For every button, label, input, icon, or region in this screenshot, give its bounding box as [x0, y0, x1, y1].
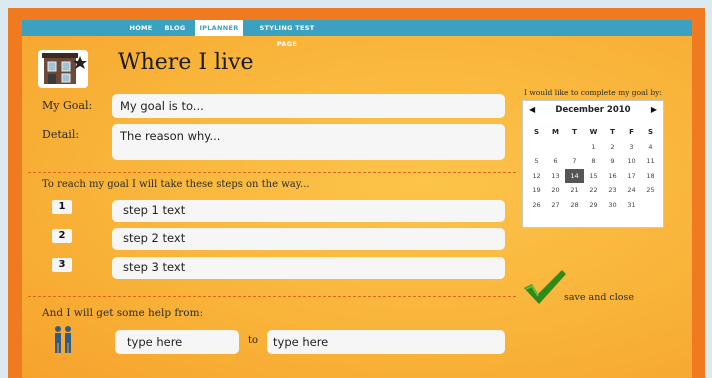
nav-blog[interactable]: BLOG — [162, 20, 188, 36]
calendar-day[interactable]: 6 — [546, 154, 565, 169]
help-to-label: to — [248, 335, 259, 346]
calendar-day[interactable]: 9 — [603, 154, 622, 169]
calendar-day[interactable]: 25 — [641, 183, 660, 198]
calendar-day[interactable]: 14 — [565, 168, 584, 183]
calendar-day[interactable]: 11 — [641, 154, 660, 169]
step-number: 2 — [52, 229, 72, 243]
calendar-day[interactable]: 5 — [527, 154, 546, 169]
calendar-day[interactable]: 15 — [584, 169, 603, 184]
house-icon — [38, 50, 88, 88]
step-number: 1 — [52, 200, 72, 214]
people-icon — [52, 325, 76, 359]
divider-bottom — [28, 296, 516, 297]
calendar-day[interactable]: 28 — [565, 198, 584, 213]
day-header: T — [610, 128, 615, 136]
page-title: Where I live — [118, 50, 254, 75]
calendar-day[interactable]: 29 — [584, 198, 603, 213]
day-header: T — [572, 128, 577, 136]
step-1-field[interactable]: step 1 text — [112, 200, 505, 222]
goal-field[interactable]: My goal is to... — [112, 94, 505, 118]
calendar-day[interactable]: 30 — [603, 198, 622, 213]
day-header: W — [589, 128, 598, 136]
calendar-week: 5 6 7 8 9 10 11 — [527, 154, 661, 169]
step-3-field[interactable]: step 3 text — [112, 257, 505, 279]
calendar-day[interactable]: 24 — [622, 183, 641, 198]
calendar-day[interactable]: 12 — [527, 169, 546, 184]
checkmark-icon[interactable] — [522, 268, 568, 310]
calendar-day[interactable]: 10 — [622, 154, 641, 169]
calendar-grid: S M T W T F S 1 2 3 4 5 6 7 8 9 10 11 12 13 14 15 16 17 18 19 20 21… — [527, 125, 661, 212]
calendar-day[interactable]: 27 — [546, 198, 565, 213]
day-header: F — [629, 128, 634, 136]
calendar-day[interactable]: 19 — [527, 183, 546, 198]
top-nav: HOME BLOG IPLANNER STYLING TEST PAGE — [22, 20, 692, 48]
step-2-field[interactable]: step 2 text — [112, 228, 505, 250]
calendar-day[interactable]: 7 — [565, 154, 584, 169]
calendar-day[interactable]: 31 — [622, 198, 641, 213]
calendar-month: December 2010 — [555, 105, 631, 115]
calendar-empty — [641, 198, 660, 213]
calendar-day[interactable]: 18 — [641, 169, 660, 184]
calendar-day-headers: SMTWTFS — [527, 125, 661, 140]
nav-styling-test-page[interactable]: STYLING TEST PAGE — [250, 20, 324, 48]
next-month-icon[interactable]: ▶ — [651, 105, 657, 114]
step-number: 3 — [52, 258, 72, 272]
help-heading: And I will get some help from: — [42, 307, 204, 319]
calendar-day[interactable]: 1 — [584, 140, 603, 155]
calendar-day[interactable]: 16 — [603, 169, 622, 184]
day-header: S — [647, 128, 654, 136]
day-header: S — [533, 128, 540, 136]
detail-field[interactable]: The reason why... — [112, 124, 505, 160]
help-to-field[interactable]: type here — [267, 330, 505, 354]
calendar-week: 19 20 21 22 23 24 25 — [527, 183, 661, 198]
save-and-close-label[interactable]: save and close — [564, 292, 634, 303]
calendar-day[interactable]: 23 — [603, 183, 622, 198]
calendar-day[interactable]: 4 — [641, 140, 660, 155]
calendar-day[interactable]: 17 — [622, 169, 641, 184]
nav-iplanner[interactable]: IPLANNER — [195, 20, 243, 36]
calendar-day[interactable]: 3 — [622, 140, 641, 155]
divider-top — [28, 172, 516, 173]
calendar-empty — [527, 140, 546, 155]
calendar-week: 26 27 28 29 30 31 — [527, 198, 661, 213]
calendar-day[interactable]: 26 — [527, 198, 546, 213]
calendar-day[interactable]: 8 — [584, 154, 603, 169]
steps-heading: To reach my goal I will take these steps… — [42, 179, 310, 190]
calendar-caption: I would like to complete my goal by: — [524, 88, 662, 97]
calendar-day[interactable]: 2 — [603, 140, 622, 155]
detail-label: Detail: — [42, 128, 80, 141]
help-from-field[interactable]: type here — [115, 330, 239, 354]
calendar-week: 12 13 14 15 16 17 18 — [527, 168, 661, 184]
calendar-week: 1234 — [527, 140, 661, 155]
date-picker: ◀ December 2010 ▶ S M T W T F S 1 2 3 4 5 6 7 8 9 10 11 12… — [522, 100, 664, 228]
main-panel: HOME BLOG IPLANNER STYLING TEST PAGE Whe… — [22, 20, 692, 378]
calendar-day[interactable]: 21 — [565, 183, 584, 198]
calendar-day[interactable]: 20 — [546, 183, 565, 198]
nav-home[interactable]: HOME — [128, 20, 154, 36]
calendar-day[interactable]: 22 — [584, 183, 603, 198]
calendar-empty — [565, 140, 584, 155]
day-header: M — [552, 128, 559, 136]
calendar-day[interactable]: 13 — [546, 169, 565, 184]
calendar-empty — [546, 140, 565, 155]
goal-label: My Goal: — [42, 99, 93, 112]
